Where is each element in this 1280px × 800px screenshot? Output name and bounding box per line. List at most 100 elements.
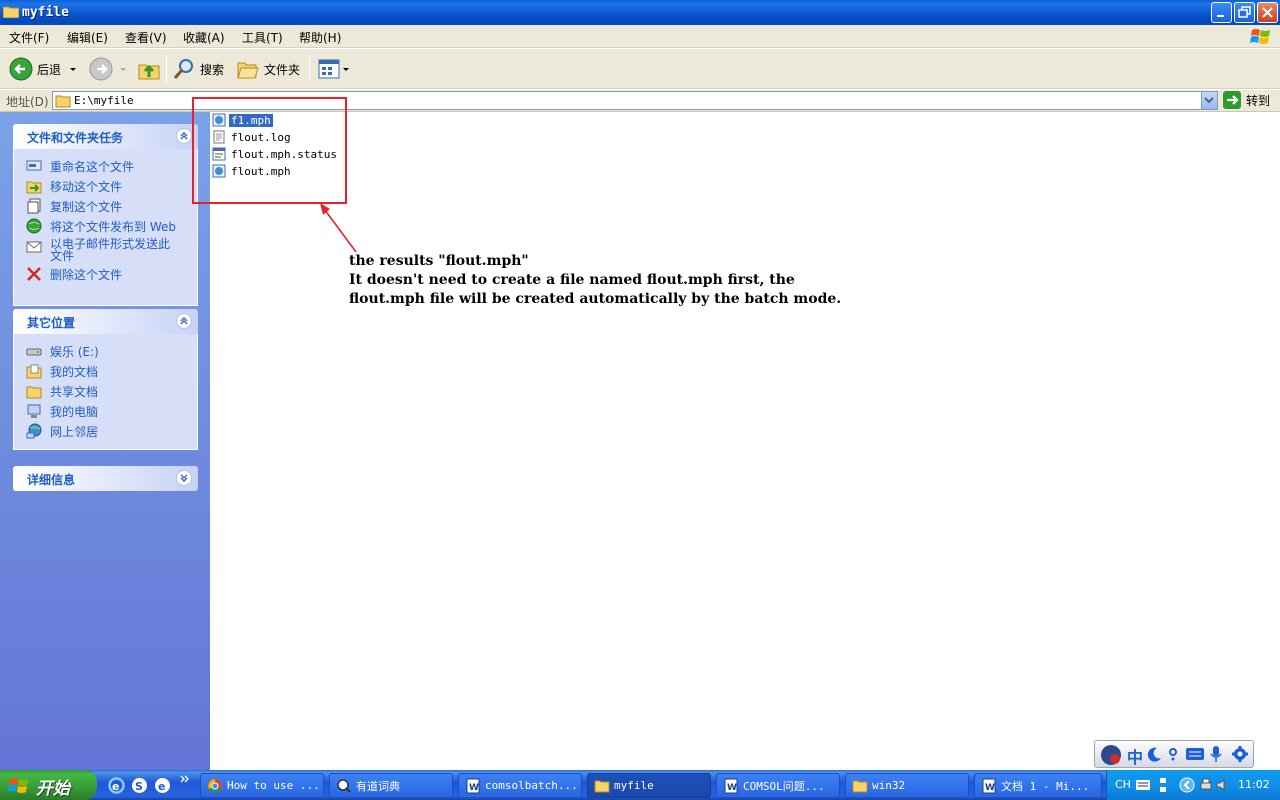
taskbar-button-youdao[interactable]: 有道词典 xyxy=(329,773,453,798)
task-delete-label: 删除这个文件 xyxy=(50,268,123,282)
file-tasks-body: 重命名这个文件 移动这个文件 复制这个文件 将这个文件发布到 Web 以电子邮件… xyxy=(13,149,198,306)
dropdown-arrow-icon[interactable] xyxy=(117,63,129,75)
task-publish-web[interactable]: 将这个文件发布到 Web xyxy=(14,215,197,235)
ime-language-bar[interactable]: 中 xyxy=(1094,740,1254,768)
task-copy-label: 复制这个文件 xyxy=(50,200,123,214)
folder-icon xyxy=(55,95,71,108)
search-button[interactable]: 搜索 xyxy=(172,55,224,83)
show-hidden-icons-chevron-icon[interactable] xyxy=(1179,777,1195,793)
task-copy[interactable]: 复制这个文件 xyxy=(14,195,197,215)
folders-button[interactable]: 文件夹 xyxy=(236,55,300,83)
quicklaunch-more-icon[interactable] xyxy=(180,774,190,784)
dropdown-arrow-icon[interactable] xyxy=(341,63,351,75)
browser-quicklaunch-icon[interactable]: e xyxy=(154,777,171,794)
annotation-line-3: flout.mph file will be created automatic… xyxy=(349,291,842,307)
microphone-icon[interactable] xyxy=(1209,745,1223,763)
other-places-header[interactable]: 其它位置 xyxy=(13,309,198,334)
menu-help[interactable]: 帮助(H) xyxy=(299,29,341,46)
task-rename[interactable]: 重命名这个文件 xyxy=(14,155,197,175)
moon-icon[interactable] xyxy=(1147,746,1163,762)
place-network[interactable]: 网上邻居 xyxy=(14,420,197,440)
address-dropdown-button[interactable] xyxy=(1201,92,1217,109)
restore-button[interactable] xyxy=(1234,2,1255,23)
start-button[interactable]: 开始 xyxy=(0,770,97,800)
globe-icon xyxy=(26,218,42,234)
task-publish-web-label: 将这个文件发布到 Web xyxy=(50,220,176,234)
details-header[interactable]: 详细信息 xyxy=(13,466,198,491)
menu-tools[interactable]: 工具(T) xyxy=(242,29,283,46)
taskbar-button-label: 文档 1 - Mi... xyxy=(1001,779,1090,793)
collapse-up-icon[interactable] xyxy=(176,128,192,144)
task-email-label: 以电子邮件形式发送此 文件 xyxy=(50,238,170,262)
taskbar: 开始 e S e How to use ... 有道词典 W comsolbat… xyxy=(0,770,1280,800)
input-language-indicator[interactable]: CH xyxy=(1115,778,1131,791)
svg-text:e: e xyxy=(112,780,119,793)
expand-down-icon[interactable] xyxy=(176,470,192,486)
file-tasks-header[interactable]: 文件和文件夹任务 xyxy=(13,124,198,149)
go-arrow-icon xyxy=(1223,91,1241,109)
place-drive-e[interactable]: 娱乐 (E:) xyxy=(14,340,197,360)
sogou-quicklaunch-icon[interactable]: S xyxy=(131,777,148,794)
clock[interactable]: 11:02 xyxy=(1238,778,1270,791)
network-tray-icon[interactable] xyxy=(1157,776,1169,794)
rename-icon xyxy=(26,160,42,171)
details-title: 详细信息 xyxy=(27,473,76,487)
title-bar[interactable]: myfile xyxy=(0,0,1280,25)
taskbar-button-document1[interactable]: W 文档 1 - Mi... xyxy=(974,773,1102,798)
views-button[interactable] xyxy=(317,55,351,83)
taskbar-button-label: win32 xyxy=(872,779,906,792)
word-doc-icon: W xyxy=(466,778,480,793)
printer-tray-icon[interactable] xyxy=(1199,778,1213,792)
forward-button[interactable] xyxy=(89,55,129,83)
svg-text:e: e xyxy=(158,780,165,793)
place-network-label: 网上邻居 xyxy=(50,425,99,439)
dictionary-icon xyxy=(337,778,351,793)
task-email[interactable]: 以电子邮件形式发送此 文件 xyxy=(14,235,197,263)
ie-quicklaunch-icon[interactable]: e xyxy=(108,777,125,794)
ime-mode-chinese[interactable]: 中 xyxy=(1127,744,1143,768)
dropdown-arrow-icon[interactable] xyxy=(67,63,79,75)
file-list[interactable]: f1.mph flout.log flout.mph.status flout.… xyxy=(210,112,1280,770)
up-folder-button[interactable] xyxy=(137,55,161,83)
task-move[interactable]: 移动这个文件 xyxy=(14,175,197,195)
close-icon xyxy=(1262,7,1273,18)
svg-text:W: W xyxy=(727,783,737,793)
keyboard-tray-icon[interactable] xyxy=(1135,779,1151,791)
place-my-computer[interactable]: 我的电脑 xyxy=(14,400,197,420)
chrome-icon xyxy=(208,778,222,793)
menu-favorites[interactable]: 收藏(A) xyxy=(183,29,225,46)
svg-text:S: S xyxy=(135,780,143,793)
task-delete[interactable]: 删除这个文件 xyxy=(14,263,197,283)
documents-folder-icon xyxy=(26,364,42,379)
ime-logo-icon[interactable] xyxy=(1099,743,1123,767)
menu-view[interactable]: 查看(V) xyxy=(125,29,167,46)
place-shared-documents[interactable]: 共享文档 xyxy=(14,380,197,400)
place-my-documents[interactable]: 我的文档 xyxy=(14,360,197,380)
back-arrow-icon xyxy=(9,57,33,81)
menu-edit[interactable]: 编辑(E) xyxy=(67,29,108,46)
move-icon xyxy=(26,181,42,194)
menu-file[interactable]: 文件(F) xyxy=(9,29,49,46)
computer-icon xyxy=(27,404,41,418)
taskbar-button-chrome[interactable]: How to use ... xyxy=(200,773,324,798)
punctuation-icon[interactable] xyxy=(1167,746,1181,762)
taskbar-button-win32[interactable]: win32 xyxy=(845,773,969,798)
taskbar-button-comsolbatch[interactable]: W comsolbatch... xyxy=(458,773,582,798)
taskbar-button-comsol-question[interactable]: W COMSOL问题... xyxy=(716,773,840,798)
close-button[interactable] xyxy=(1257,2,1278,23)
search-label: 搜索 xyxy=(200,62,225,77)
speaker-tray-icon[interactable] xyxy=(1215,778,1229,792)
keyboard-icon[interactable] xyxy=(1185,747,1205,761)
back-button[interactable]: 后退 xyxy=(9,55,79,83)
taskbar-button-myfile[interactable]: myfile xyxy=(587,773,711,798)
minimize-button[interactable] xyxy=(1211,2,1232,23)
window-title: myfile xyxy=(22,5,69,20)
forward-arrow-icon xyxy=(89,57,113,81)
settings-gear-icon[interactable] xyxy=(1231,745,1249,763)
collapse-up-icon[interactable] xyxy=(176,313,192,329)
place-my-documents-label: 我的文档 xyxy=(50,365,99,379)
minimize-icon xyxy=(1217,15,1224,17)
taskbar-button-label: myfile xyxy=(614,779,654,792)
file-tasks-title: 文件和文件夹任务 xyxy=(27,131,124,145)
go-button[interactable]: 转到 xyxy=(1223,91,1270,109)
